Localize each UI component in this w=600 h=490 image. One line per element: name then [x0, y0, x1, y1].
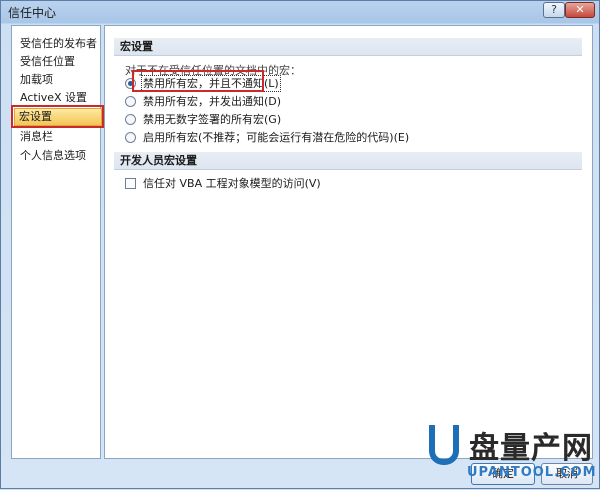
- macro-settings-header: 宏设置: [114, 38, 582, 56]
- sidebar-item-addins[interactable]: 加载项: [20, 71, 53, 87]
- vba-access-checkbox[interactable]: [125, 177, 136, 189]
- trust-center-dialog: 信任中心 ? ✕ 受信任的发布者 受信任位置 加载项 ActiveX 设置 宏设…: [0, 0, 600, 489]
- ok-button[interactable]: 确定: [471, 463, 535, 485]
- sidebar-item-trusted-locations[interactable]: 受信任位置: [20, 53, 75, 69]
- cancel-button[interactable]: 取消: [541, 463, 593, 485]
- radio-icon[interactable]: [125, 95, 136, 107]
- sidebar: 受信任的发布者 受信任位置 加载项 ActiveX 设置 宏设置 消息栏 个人信…: [11, 25, 102, 459]
- sidebar-item-message-bar[interactable]: 消息栏: [20, 128, 53, 144]
- sidebar-item-privacy-options[interactable]: 个人信息选项: [20, 147, 86, 163]
- highlight-box-sidebar: [11, 105, 104, 128]
- developer-settings-header: 开发人员宏设置: [114, 152, 582, 170]
- sidebar-item-activex[interactable]: ActiveX 设置: [20, 89, 87, 105]
- close-button[interactable]: ✕: [565, 2, 595, 18]
- option-disable-unsigned[interactable]: 禁用无数字签署的所有宏(G): [125, 112, 281, 128]
- highlight-box-option: [132, 70, 264, 92]
- title-bar: 信任中心 ? ✕: [1, 1, 599, 23]
- option-label: 禁用所有宏，并发出通知(D): [143, 95, 282, 108]
- sidebar-item-trusted-publishers[interactable]: 受信任的发布者: [20, 35, 97, 51]
- vba-access-label: 信任对 VBA 工程对象模型的访问(V): [143, 177, 321, 190]
- radio-icon[interactable]: [125, 113, 136, 125]
- window-title: 信任中心: [8, 6, 57, 20]
- option-enable-all[interactable]: 启用所有宏(不推荐；可能会运行有潜在危险的代码)(E): [125, 130, 409, 146]
- help-button[interactable]: ?: [543, 2, 565, 18]
- vba-access-checkbox-row[interactable]: 信任对 VBA 工程对象模型的访问(V): [125, 176, 321, 192]
- radio-icon[interactable]: [125, 131, 136, 143]
- option-disable-with-notify[interactable]: 禁用所有宏，并发出通知(D): [125, 94, 281, 110]
- option-label: 启用所有宏(不推荐；可能会运行有潜在危险的代码)(E): [143, 131, 410, 144]
- option-label: 禁用无数字签署的所有宏(G): [143, 113, 282, 126]
